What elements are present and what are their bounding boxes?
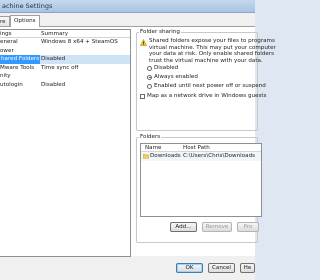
folder-sharing-group: Folder sharing Shared folders expose you… — [136, 29, 276, 131]
settings-row-shared-folders[interactable]: hared Folders Disabled — [0, 55, 130, 64]
folders-title: Folders — [139, 134, 162, 140]
sharing-until-poweroff-radio[interactable]: Enabled until next power off or suspend — [147, 83, 266, 89]
folders-table[interactable]: Name Host Path Downloads C:\Users\Chris\… — [140, 143, 262, 217]
radio-label: Enabled until next power off or suspend — [154, 83, 266, 89]
folder-icon — [143, 154, 149, 159]
sharing-warning-text: Shared folders expose your files to prog… — [149, 38, 276, 64]
radio-dot — [147, 65, 152, 71]
folder-properties-button[interactable]: Pro — [237, 222, 259, 232]
setting-summary: Time sync off — [41, 64, 79, 71]
setting-name: hared Folders — [0, 55, 41, 64]
settings-row-power[interactable]: ower — [0, 47, 130, 56]
radio-label: Always enabled — [154, 74, 198, 80]
settings-row-tools[interactable]: Mware Tools Time sync off — [0, 64, 130, 73]
radio-dot — [147, 74, 152, 80]
radio-dot — [147, 83, 152, 89]
name-column-header[interactable]: Name — [145, 145, 162, 151]
map-network-drive-checkbox[interactable]: Map as a network drive in Windows guests — [140, 93, 267, 99]
setting-name: eneral — [0, 39, 18, 45]
folders-table-header: Name Host Path — [141, 144, 261, 152]
checkbox-label: Map as a network drive in Windows guests — [147, 93, 267, 99]
window-title: achine Settings — [2, 2, 53, 10]
cancel-button[interactable]: Cancel — [208, 263, 235, 273]
folder-host-path: C:\Users\Chris\Downloads — [183, 153, 256, 159]
settings-list-header: ings Summary — [0, 30, 130, 38]
settings-column-header[interactable]: ings — [0, 31, 12, 37]
folder-name: Downloads — [150, 153, 181, 159]
host-path-column-header[interactable]: Host Path — [183, 145, 210, 151]
folders-group: Folders Name Host Path Downloads C:\User… — [136, 134, 262, 243]
remove-folder-button[interactable]: Remove — [202, 222, 232, 232]
warning-icon — [140, 39, 147, 46]
sharing-always-enabled-radio[interactable]: Always enabled — [147, 74, 198, 80]
checkbox-box — [140, 93, 145, 99]
settings-row-general[interactable]: eneral Windows 8 x64 + SteamOS — [0, 38, 130, 47]
folder-sharing-title: Folder sharing — [139, 29, 181, 35]
summary-column-header[interactable]: Summary — [41, 31, 68, 37]
warning-line: trust the virtual machine with your data… — [149, 57, 263, 64]
setting-summary: Disabled — [41, 56, 66, 63]
folder-row-downloads[interactable]: Downloads C:\Users\Chris\Downloads — [141, 152, 261, 161]
setting-summary: Windows 8 x64 + SteamOS — [41, 39, 118, 45]
add-folder-button[interactable]: Add... — [170, 222, 197, 232]
warning-line: Shared folders expose your files to prog… — [149, 38, 275, 44]
warning-line: virtual machine. This may put your compu… — [149, 44, 276, 51]
help-button[interactable]: He — [240, 263, 255, 273]
tab-options[interactable]: Options — [10, 15, 40, 27]
setting-name: Mware Tools — [0, 64, 35, 71]
radio-label: Disabled — [154, 65, 179, 71]
settings-row-unity[interactable]: nity — [0, 72, 130, 81]
sharing-disabled-radio[interactable]: Disabled — [147, 65, 178, 71]
setting-name: utologin — [0, 81, 23, 88]
settings-row-autologin[interactable]: utologin Disabled — [0, 81, 130, 90]
settings-list[interactable]: ings Summary eneral Windows 8 x64 + Stea… — [0, 29, 131, 257]
setting-summary: Disabled — [41, 81, 66, 88]
warning-line: your data at risk. Only enable shared fo… — [149, 51, 275, 58]
setting-name: nity — [0, 73, 11, 80]
dialog-body: re Options ings Summary eneral Windows 8… — [0, 13, 276, 280]
setting-name: ower — [0, 47, 14, 54]
ok-button[interactable]: OK — [176, 263, 203, 273]
title-bar: achine Settings — [0, 0, 255, 13]
